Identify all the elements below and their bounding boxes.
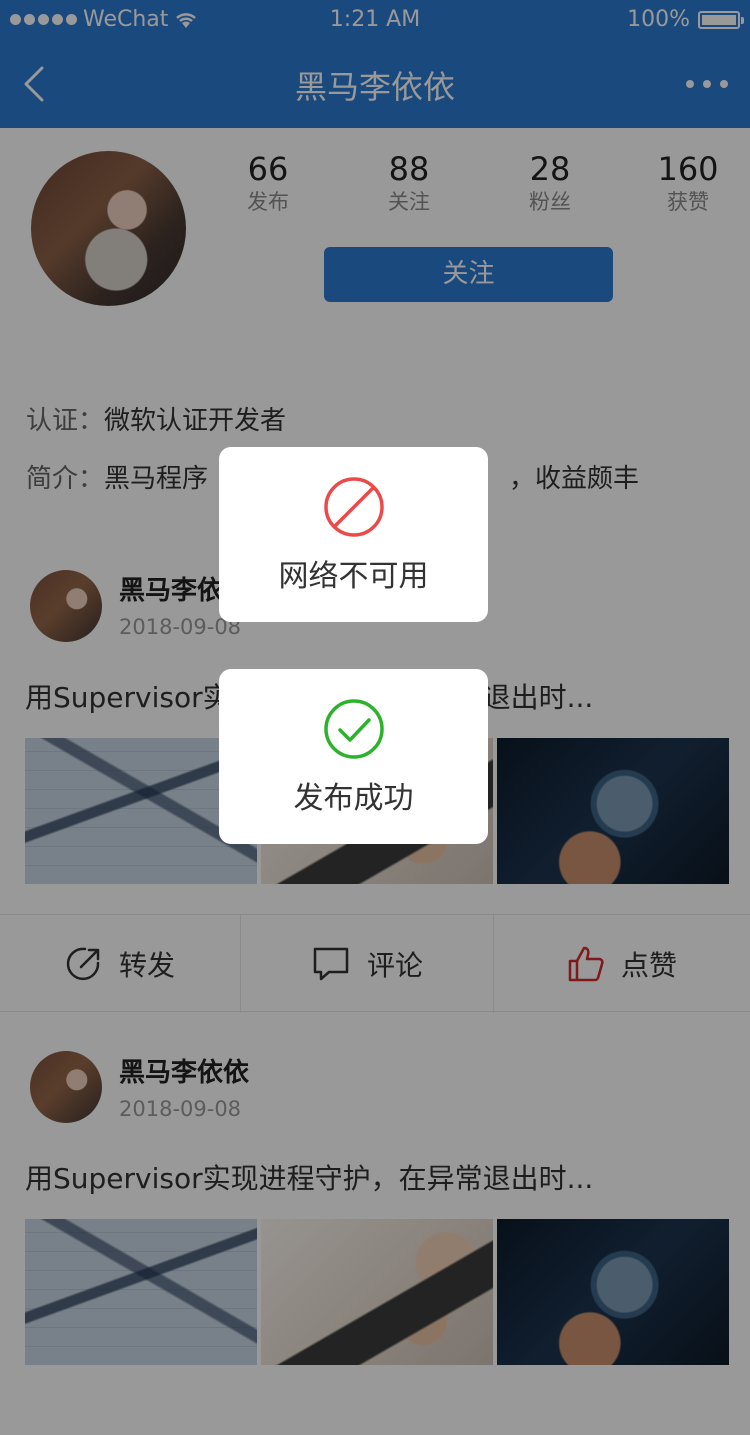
publish-success-toast: 发布成功 <box>219 669 488 844</box>
check-circle-icon <box>324 699 384 759</box>
network-error-toast: 网络不可用 <box>219 447 488 622</box>
toast-message: 网络不可用 <box>278 559 429 594</box>
toast-message: 发布成功 <box>293 781 414 816</box>
forbidden-icon <box>324 477 384 537</box>
